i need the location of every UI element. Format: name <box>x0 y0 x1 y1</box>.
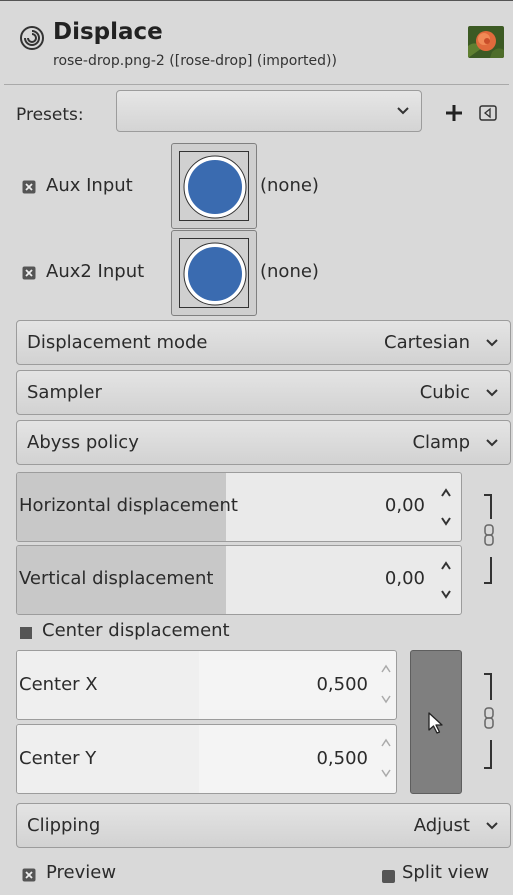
center-chain-link-icon[interactable] <box>478 668 498 774</box>
pick-center-button[interactable] <box>410 650 462 794</box>
dialog-header: Displace rose-drop.png-2 ([rose-drop] (i… <box>0 1 513 89</box>
displacement-mode-label: Displacement mode <box>27 332 208 353</box>
vertical-displacement-label: Vertical displacement <box>19 568 214 589</box>
horizontal-displacement-value: 0,00 <box>384 495 425 516</box>
abyss-policy-value: Clamp <box>412 432 470 453</box>
clipping-combo[interactable]: Clipping Adjust <box>16 803 511 848</box>
sampler-value: Cubic <box>419 382 470 403</box>
increment-arrow-icon[interactable] <box>380 733 392 753</box>
abyss-policy-combo[interactable]: Abyss policy Clamp <box>16 420 511 465</box>
chevron-down-icon <box>484 817 500 833</box>
center-x-value: 0,500 <box>316 674 368 695</box>
pointer-pick-icon <box>428 712 443 734</box>
rose-image-thumbnail <box>468 26 504 58</box>
aux2-input-row: Aux2 Input (none) <box>0 230 513 320</box>
increment-arrow-icon[interactable] <box>380 659 392 679</box>
increment-arrow-icon[interactable] <box>439 483 453 503</box>
tab-menu-icon[interactable] <box>479 105 497 121</box>
center-y-value: 0,500 <box>316 748 368 769</box>
horizontal-displacement-label: Horizontal displacement <box>19 495 238 516</box>
dialog-title: Displace <box>53 19 163 45</box>
preview-checkbox[interactable] <box>22 867 36 882</box>
header-separator <box>4 84 509 85</box>
gimp-wilber-icon <box>19 25 45 51</box>
aux2-input-selector-button[interactable] <box>171 230 257 316</box>
decrement-arrow-icon[interactable] <box>380 763 392 783</box>
center-y-label: Center Y <box>19 748 97 769</box>
aux2-input-label: Aux2 Input <box>46 261 145 282</box>
presets-combo[interactable] <box>116 90 422 132</box>
sampler-label: Sampler <box>27 382 102 403</box>
aux-input-value: (none) <box>260 175 319 196</box>
aux-input-row: Aux Input (none) <box>0 143 513 233</box>
chevron-down-icon <box>484 434 500 450</box>
decrement-arrow-icon[interactable] <box>380 689 392 709</box>
center-x-label: Center X <box>19 674 98 695</box>
split-view-label: Split view <box>402 862 490 883</box>
increment-arrow-icon[interactable] <box>439 556 453 576</box>
preview-label: Preview <box>46 862 117 883</box>
abyss-policy-label: Abyss policy <box>27 432 139 453</box>
chevron-down-icon <box>484 334 500 350</box>
displacement-chain-link-icon[interactable] <box>478 489 498 589</box>
sampler-combo[interactable]: Sampler Cubic <box>16 370 511 415</box>
chevron-down-icon <box>484 384 500 400</box>
aux-input-checkbox[interactable] <box>22 179 36 194</box>
decrement-arrow-icon[interactable] <box>439 511 453 531</box>
aux2-input-checkbox[interactable] <box>22 265 36 280</box>
clipping-label: Clipping <box>27 815 101 836</box>
displacement-mode-combo[interactable]: Displacement mode Cartesian <box>16 320 511 365</box>
center-displacement-label: Center displacement <box>42 620 230 641</box>
vertical-displacement-value: 0,00 <box>384 568 425 589</box>
center-y-spinscale[interactable]: Center Y 0,500 <box>16 724 397 794</box>
horizontal-displacement-spinscale[interactable]: Horizontal displacement 0,00 <box>16 472 462 542</box>
aux-input-selector-button[interactable] <box>171 143 257 229</box>
split-view-checkbox[interactable] <box>382 868 396 883</box>
center-x-spinscale[interactable]: Center X 0,500 <box>16 650 397 720</box>
clipping-value: Adjust <box>413 815 470 836</box>
displace-dialog: Displace rose-drop.png-2 ([rose-drop] (i… <box>0 0 513 895</box>
chevron-down-icon <box>395 102 411 118</box>
presets-label: Presets: <box>16 105 84 125</box>
displacement-mode-value: Cartesian <box>384 332 470 353</box>
aux2-input-value: (none) <box>260 261 319 282</box>
plus-icon[interactable] <box>444 103 464 123</box>
decrement-arrow-icon[interactable] <box>439 584 453 604</box>
center-displacement-checkbox[interactable] <box>20 627 32 639</box>
dialog-subtitle: rose-drop.png-2 ([rose-drop] (imported)) <box>53 53 337 69</box>
vertical-displacement-spinscale[interactable]: Vertical displacement 0,00 <box>16 545 462 615</box>
aux-input-label: Aux Input <box>46 175 133 196</box>
